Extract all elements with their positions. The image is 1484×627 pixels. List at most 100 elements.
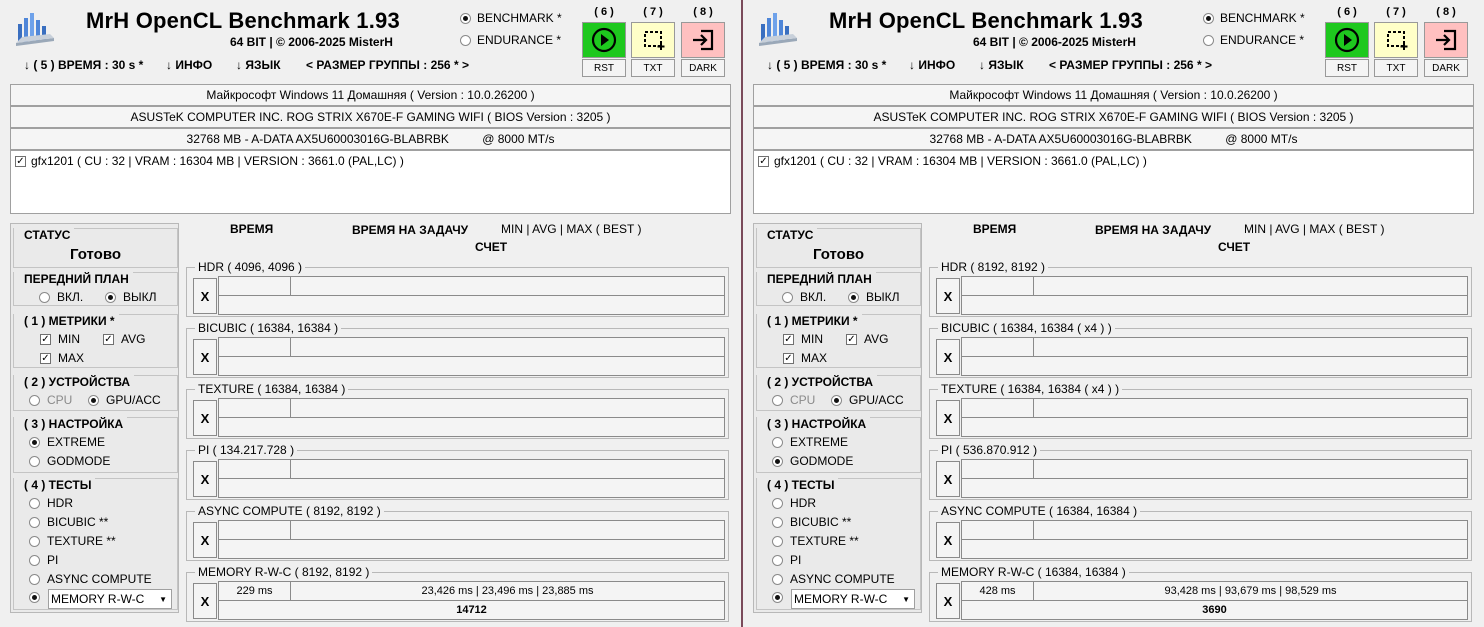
menu-group-size[interactable]: < РАЗМЕР ГРУППЫ : 256 * > [1049,58,1212,72]
run-button[interactable] [1325,22,1369,58]
mode-benchmark-radio[interactable]: BENCHMARK * [460,11,562,25]
device-list-item[interactable]: ✓ gfx1201 ( CU : 32 | VRAM : 16304 MB | … [754,151,1473,171]
tuning-heading: ( 3 ) НАСТРОЙКА [757,417,871,431]
metric-max-checkbox[interactable]: ✓ MAX [40,351,84,365]
test-time-value [218,398,291,418]
test-bicubic-label: BICUBIC ** [790,515,852,529]
menu-info[interactable]: ↓ ИНФО [909,58,955,72]
test-cancel-button[interactable]: X [193,522,217,558]
checkbox-checked-icon[interactable]: ✓ [15,155,26,167]
test-pi-radio[interactable]: PI [29,553,58,567]
test-result-title: MEMORY R-W-C ( 8192, 8192 ) [195,565,373,579]
txt-button[interactable]: TXT [1374,59,1418,77]
test-texture-radio[interactable]: TEXTURE ** [29,534,116,548]
foreground-on-radio[interactable]: ВКЛ. [782,290,826,304]
test-async-label: ASYNC COMPUTE [790,572,895,586]
test-hdr-radio[interactable]: HDR [29,496,73,510]
test-bicubic-radio[interactable]: BICUBIC ** [29,515,108,529]
test-cancel-button[interactable]: X [193,339,217,375]
radio-button-icon [772,573,783,585]
radio-button-icon [29,573,40,585]
mode-endurance-radio[interactable]: ENDURANCE * [460,33,561,47]
test-texture-label: TEXTURE ** [790,534,859,548]
test-cancel-button[interactable]: X [936,583,960,619]
test-bicubic-radio[interactable]: BICUBIC ** [772,515,851,529]
foreground-off-radio[interactable]: ВЫКЛ [848,290,900,304]
exit-button[interactable] [1424,22,1468,58]
test-cancel-button[interactable]: X [936,278,960,314]
metric-min-checkbox[interactable]: ✓ MIN [783,332,823,346]
test-pi-radio[interactable]: PI [772,553,801,567]
test-cancel-button[interactable]: X [936,400,960,436]
rst-button[interactable]: RST [1325,59,1369,77]
mode-endurance-radio[interactable]: ENDURANCE * [1203,33,1304,47]
test-memory-radio[interactable] [29,592,40,603]
metric-min-checkbox[interactable]: ✓ MIN [40,332,80,346]
tuning-extreme-radio[interactable]: EXTREME [29,435,105,449]
metric-avg-checkbox[interactable]: ✓ AVG [103,332,145,346]
tuning-godmode-radio[interactable]: GODMODE [772,454,853,468]
test-cancel-button[interactable]: X [193,461,217,497]
foreground-on-radio[interactable]: ВКЛ. [39,290,83,304]
test-score-value [218,478,725,498]
mode-benchmark-radio[interactable]: BENCHMARK * [1203,11,1305,25]
settings-panel: СТАТУС Готово ПЕРЕДНИЙ ПЛАН ВКЛ. ВЫКЛ ( … [753,223,922,613]
foreground-heading: ПЕРЕДНИЙ ПЛАН [14,272,133,286]
radio-button-icon [772,436,783,448]
test-cancel-button[interactable]: X [936,461,960,497]
status-group: СТАТУС Готово [756,228,921,268]
test-cancel-button[interactable]: X [193,400,217,436]
menu-time[interactable]: ↓ ( 5 ) ВРЕМЯ : 30 s * [767,58,886,72]
test-result-group: TEXTURE ( 16384, 16384 ( x4 ) ) X [929,382,1472,439]
menu-group-size[interactable]: < РАЗМЕР ГРУППЫ : 256 * > [306,58,469,72]
tuning-godmode-radio[interactable]: GODMODE [29,454,110,468]
test-memory-radio[interactable] [772,592,783,603]
devices-group: ( 2 ) УСТРОЙСТВА CPU GPU/ACC [13,375,178,411]
test-cancel-button[interactable]: X [193,583,217,619]
test-memory-select[interactable]: MEMORY R-W-C ▼ [791,589,915,609]
rst-button[interactable]: RST [582,59,626,77]
metric-avg-checkbox[interactable]: ✓ AVG [846,332,888,346]
txt-button[interactable]: TXT [631,59,675,77]
test-async-radio[interactable]: ASYNC COMPUTE [772,572,895,586]
dark-button[interactable]: DARK [1424,59,1468,77]
dark-button[interactable]: DARK [681,59,725,77]
menu-language[interactable]: ↓ ЯЗЫК [236,58,281,72]
menu-language[interactable]: ↓ ЯЗЫК [979,58,1024,72]
foreground-off-label: ВЫКЛ [123,290,157,304]
menu-time[interactable]: ↓ ( 5 ) ВРЕМЯ : 30 s * [24,58,143,72]
run-button[interactable] [582,22,626,58]
radio-button-icon [29,592,40,603]
test-texture-radio[interactable]: TEXTURE ** [772,534,859,548]
device-list-item[interactable]: ✓ gfx1201 ( CU : 32 | VRAM : 16304 MB | … [11,151,730,171]
device-label: gfx1201 ( CU : 32 | VRAM : 16304 MB | VE… [774,154,1147,168]
device-cpu-radio[interactable]: CPU [29,393,72,407]
checkbox-checked-icon[interactable]: ✓ [758,155,769,167]
benchmark-window-right: MrH OpenCL Benchmark 1.93 64 BIT | © 200… [743,0,1484,627]
test-cancel-button[interactable]: X [936,522,960,558]
menu-info[interactable]: ↓ ИНФО [166,58,212,72]
header-min-max: MIN | AVG | MAX ( BEST ) [1244,222,1385,236]
test-time-value [218,520,291,540]
test-cancel-button[interactable]: X [193,278,217,314]
crop-icon [1387,31,1408,50]
tuning-extreme-radio[interactable]: EXTREME [772,435,848,449]
status-text: Готово [812,246,865,263]
test-async-radio[interactable]: ASYNC COMPUTE [29,572,152,586]
test-hdr-radio[interactable]: HDR [772,496,816,510]
test-score-value [961,356,1468,376]
foreground-off-radio[interactable]: ВЫКЛ [105,290,157,304]
test-score-value [218,539,725,559]
metric-max-checkbox[interactable]: ✓ MAX [783,351,827,365]
capture-button[interactable] [1374,22,1418,58]
tests-group: ( 4 ) ТЕСТЫ HDR BICUBIC ** TEXTURE ** PI… [13,478,178,610]
exit-button[interactable] [681,22,725,58]
device-gpu-radio[interactable]: GPU/ACC [831,393,904,407]
test-result-group: PI ( 134.217.728 ) X [186,443,729,500]
test-result-group: BICUBIC ( 16384, 16384 ) X [186,321,729,378]
test-memory-select[interactable]: MEMORY R-W-C ▼ [48,589,172,609]
capture-button[interactable] [631,22,675,58]
device-cpu-radio[interactable]: CPU [772,393,815,407]
test-cancel-button[interactable]: X [936,339,960,375]
device-gpu-radio[interactable]: GPU/ACC [88,393,161,407]
